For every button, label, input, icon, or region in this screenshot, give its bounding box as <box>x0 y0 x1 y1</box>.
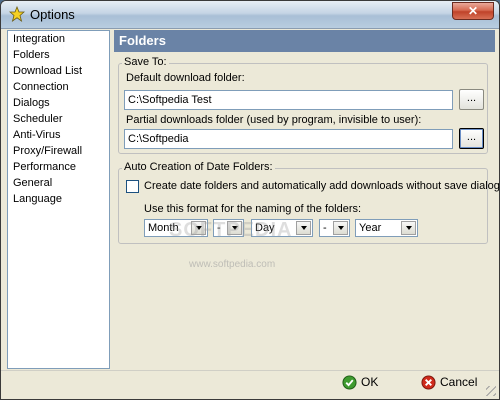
date-folders-legend: Auto Creation of Date Folders: <box>122 161 275 173</box>
sidebar-item-performance[interactable]: Performance <box>13 161 76 173</box>
star-icon <box>9 6 25 22</box>
create-date-folders-label: Create date folders and automatically ad… <box>144 180 500 192</box>
sidebar-item-dialogs[interactable]: Dialogs <box>13 97 50 109</box>
options-window: Options ✕ Integration Folders Download L… <box>0 0 500 400</box>
separator-select-2-value: - <box>323 222 327 234</box>
year-select[interactable]: Year <box>355 219 418 237</box>
sidebar-item-general[interactable]: General <box>13 177 52 189</box>
cancel-button-label: Cancel <box>440 375 478 389</box>
resize-grip[interactable] <box>486 386 496 396</box>
default-folder-browse-button[interactable]: ... <box>459 89 484 110</box>
save-to-legend: Save To: <box>122 56 169 68</box>
cancel-button[interactable]: Cancel <box>421 373 477 391</box>
close-button[interactable]: ✕ <box>452 2 494 20</box>
partial-folder-input[interactable] <box>124 129 453 149</box>
sidebar-item-proxy-firewall[interactable]: Proxy/Firewall <box>13 145 82 157</box>
watermark-url: www.softpedia.com <box>189 259 276 270</box>
sidebar-item-anti-virus[interactable]: Anti-Virus <box>13 129 60 141</box>
sidebar-item-scheduler[interactable]: Scheduler <box>13 113 63 125</box>
close-icon: ✕ <box>467 4 479 18</box>
format-label: Use this format for the naming of the fo… <box>144 203 362 215</box>
sidebar-item-integration[interactable]: Integration <box>13 33 65 45</box>
sidebar-item-language[interactable]: Language <box>13 193 62 205</box>
sidebar-item-folders[interactable]: Folders <box>13 49 50 61</box>
cancel-icon <box>421 374 436 390</box>
chevron-down-icon <box>333 221 348 235</box>
chevron-down-icon <box>296 221 311 235</box>
window-title: Options <box>30 7 75 22</box>
default-folder-label: Default download folder: <box>126 72 245 84</box>
checkmark-icon <box>342 374 357 390</box>
default-folder-input[interactable] <box>124 90 453 110</box>
year-select-value: Year <box>359 222 382 234</box>
chevron-down-icon <box>401 221 416 235</box>
category-list[interactable]: Integration Folders Download List Connec… <box>7 30 110 369</box>
create-date-folders-checkbox[interactable] <box>126 180 139 193</box>
ok-button-label: OK <box>361 375 379 389</box>
partial-folder-label: Partial downloads folder (used by progra… <box>126 114 422 126</box>
sidebar-item-connection[interactable]: Connection <box>13 81 69 93</box>
separator-select-2[interactable]: - <box>319 219 350 237</box>
title-bar[interactable]: Options ✕ <box>1 1 499 29</box>
panel-header: Folders <box>114 30 495 52</box>
partial-folder-browse-button[interactable]: ... <box>459 128 484 149</box>
ok-button[interactable]: OK <box>342 373 378 391</box>
watermark-logo: SOFTPEDIA <box>169 219 293 241</box>
sidebar-item-download-list[interactable]: Download List <box>13 65 82 77</box>
